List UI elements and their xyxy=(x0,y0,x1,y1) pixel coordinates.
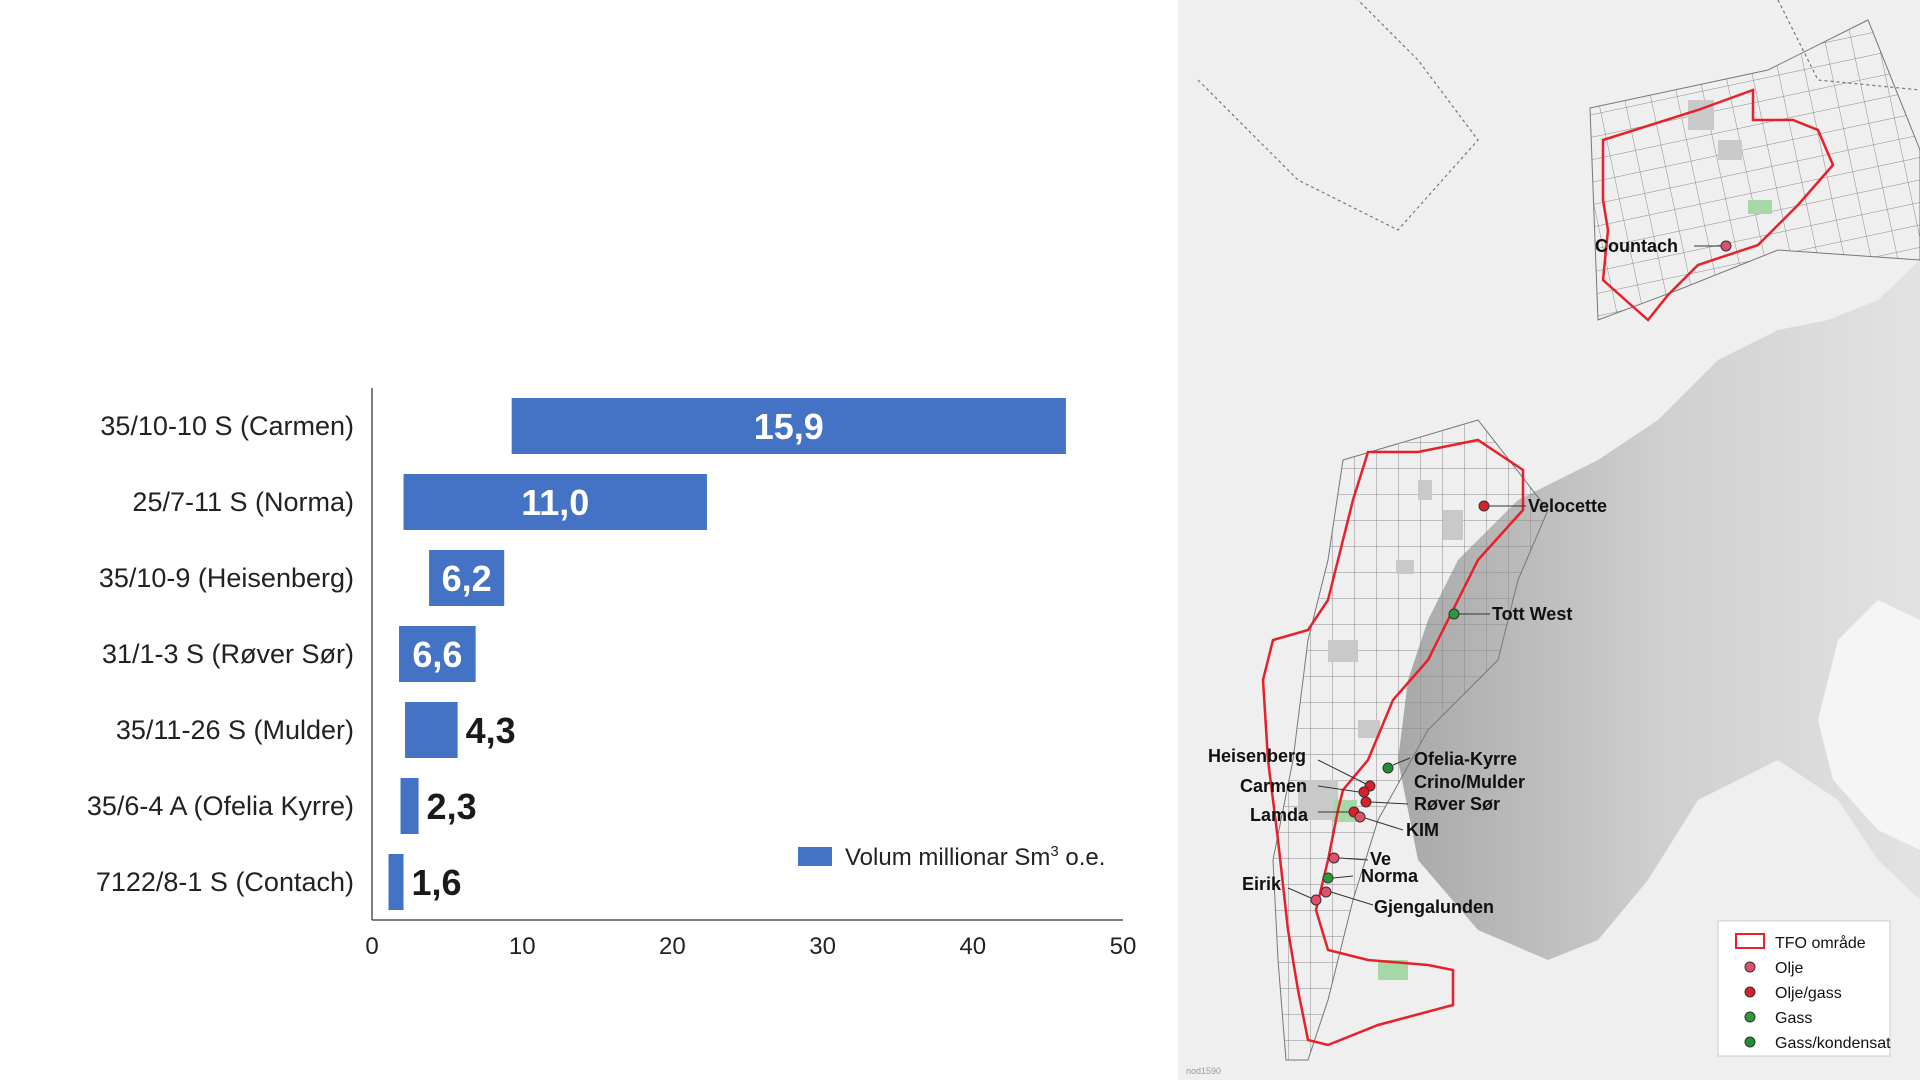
marker-velocette xyxy=(1478,500,1490,512)
field-label-crino-mulder: Crino/Mulder xyxy=(1414,772,1525,792)
field-label-lamda: Lamda xyxy=(1250,805,1309,825)
legend-gas-icon xyxy=(1744,1011,1756,1023)
legend-oil-gas-label: Olje/gass xyxy=(1775,985,1842,1002)
category-label: 25/7-11 S (Norma) xyxy=(132,487,354,517)
licence-block xyxy=(1328,640,1358,662)
legend-tfo-label: TFO område xyxy=(1775,934,1866,952)
legend-swatch xyxy=(798,847,832,866)
value-label: 2,3 xyxy=(427,786,477,827)
legend-oil-gas-icon xyxy=(1744,986,1756,998)
x-tick-label: 40 xyxy=(959,933,986,960)
barents-block-grid xyxy=(1589,19,1920,321)
category-label: 35/10-9 (Heisenberg) xyxy=(99,563,354,593)
marker-ofelia-kyrre xyxy=(1382,762,1394,774)
value-label: 6,6 xyxy=(412,634,462,675)
field-label-ofelia-kyrre: Ofelia-Kyrre xyxy=(1414,749,1517,769)
value-label: 1,6 xyxy=(412,862,462,903)
category-label: 35/11-26 S (Mulder) xyxy=(116,715,354,745)
field-label-kim: KIM xyxy=(1406,820,1439,840)
bar xyxy=(388,854,404,910)
field-label-tott-west: Tott West xyxy=(1492,604,1572,624)
bar xyxy=(405,702,458,758)
chart-svg: 35/10-10 S (Carmen) 15,9 25/7-11 S (Norma)… xyxy=(87,388,1136,960)
licence-block xyxy=(1718,140,1742,160)
licence-block xyxy=(1396,560,1414,574)
field-label-rover-sor: Røver Sør xyxy=(1414,794,1500,814)
x-tick-label: 10 xyxy=(509,933,536,960)
protected-area xyxy=(1748,200,1772,214)
marker-tott-west xyxy=(1448,608,1460,620)
value-label: 4,3 xyxy=(466,710,516,751)
map-svg: Countach Velocette Tott West Heisenberg … xyxy=(1186,0,1920,1076)
marker-countach xyxy=(1720,240,1732,252)
x-tick-label: 0 xyxy=(365,933,378,960)
field-label-heisenberg: Heisenberg xyxy=(1208,746,1306,766)
value-label: 11,0 xyxy=(521,482,589,523)
field-label-norma: Norma xyxy=(1361,866,1419,886)
tfo-map: Countach Velocette Tott West Heisenberg … xyxy=(1178,0,1920,1080)
field-label-countach: Countach xyxy=(1595,236,1678,256)
map-credit: nod1590 xyxy=(1186,1066,1221,1076)
category-label: 7122/8-1 S (Contach) xyxy=(96,867,354,897)
marker-kim xyxy=(1354,811,1366,823)
marker-rover-sor xyxy=(1360,796,1372,808)
category-label: 35/10-10 S (Carmen) xyxy=(100,411,354,441)
x-tick-label: 20 xyxy=(659,933,686,960)
legend-oil-icon xyxy=(1744,961,1756,973)
bar-chart: 35/10-10 S (Carmen) 15,9 25/7-11 S (Norma)… xyxy=(0,0,1170,1080)
legend-gas-label: Gass xyxy=(1775,1010,1812,1027)
field-label-gjengalunden: Gjengalunden xyxy=(1374,897,1494,917)
eez-boundary xyxy=(1197,0,1479,231)
field-label-carmen: Carmen xyxy=(1240,776,1307,796)
x-tick-label: 30 xyxy=(809,933,836,960)
category-label: 31/1-3 S (Røver Sør) xyxy=(102,639,354,669)
marker-eirik xyxy=(1310,894,1322,906)
marker-ve xyxy=(1328,852,1340,864)
legend-gas-condensate-label: Gass/kondensat xyxy=(1775,1035,1891,1052)
axis-layer: 0 10 20 30 40 50 xyxy=(365,388,1136,960)
bar xyxy=(400,778,419,834)
licence-block xyxy=(1443,510,1463,540)
legend-label: Volum millionar Sm3 o.e. xyxy=(845,843,1105,871)
category-label: 35/6-4 A (Ofelia Kyrre) xyxy=(87,791,354,821)
licence-block xyxy=(1418,480,1432,500)
bars-layer: 35/10-10 S (Carmen) 15,9 25/7-11 S (Norma)… xyxy=(87,398,1066,910)
field-label-eirik: Eirik xyxy=(1242,874,1282,894)
value-label: 6,2 xyxy=(442,558,492,599)
marker-norma xyxy=(1322,872,1334,884)
legend-gas-condensate-icon xyxy=(1744,1036,1756,1048)
marker-gjengalunden xyxy=(1320,886,1332,898)
map-legend: TFO område Olje Olje/gass Gass Gass/kond… xyxy=(1717,920,1891,1057)
field-label-velocette: Velocette xyxy=(1528,496,1607,516)
marker-carmen xyxy=(1358,786,1370,798)
x-tick-label: 50 xyxy=(1110,933,1137,960)
value-label: 15,9 xyxy=(754,406,824,447)
chart-legend: Volum millionar Sm3 o.e. xyxy=(798,843,1105,871)
licence-block xyxy=(1358,720,1380,738)
legend-oil-label: Olje xyxy=(1775,960,1804,977)
